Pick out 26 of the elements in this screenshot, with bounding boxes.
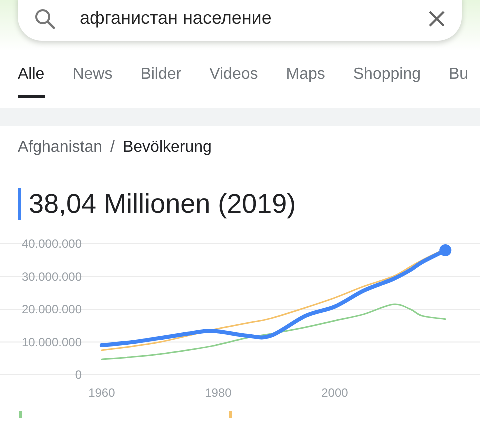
search-field[interactable]: афганистан население <box>18 0 462 41</box>
search-tab[interactable]: News <box>72 59 113 98</box>
legend-marker <box>229 411 232 418</box>
close-icon[interactable] <box>428 10 446 28</box>
breadcrumb-separator: / <box>110 138 115 158</box>
breadcrumb-current: Bevölkerung <box>122 138 212 158</box>
y-axis-label: 30.000.000 <box>22 270 82 284</box>
data-point[interactable] <box>440 244 452 257</box>
search-tab[interactable]: Bu <box>449 59 469 98</box>
x-axis-label: 1980 <box>205 386 232 400</box>
y-axis-label: 40.000.000 <box>22 237 82 251</box>
x-axis-label: 1960 <box>88 386 116 400</box>
search-tab[interactable]: Maps <box>286 59 326 98</box>
x-axis-label: 2000 <box>322 386 348 400</box>
search-tab[interactable]: Shopping <box>353 59 421 98</box>
search-tab[interactable]: Bilder <box>140 59 182 98</box>
search-icon <box>34 8 56 30</box>
breadcrumb-link[interactable]: Afghanistan <box>18 136 103 160</box>
search-tab[interactable]: Alle <box>18 59 45 98</box>
legend-marker <box>19 411 22 418</box>
y-axis-label: 0 <box>75 368 82 382</box>
search-query: афганистан население <box>79 7 273 30</box>
search-tab[interactable]: Videos <box>210 59 258 98</box>
y-axis-label: 10.000.000 <box>22 335 82 350</box>
population-headline: 38,04 Millionen (2019) <box>18 188 480 220</box>
y-axis-label: 20.000.000 <box>22 302 82 316</box>
